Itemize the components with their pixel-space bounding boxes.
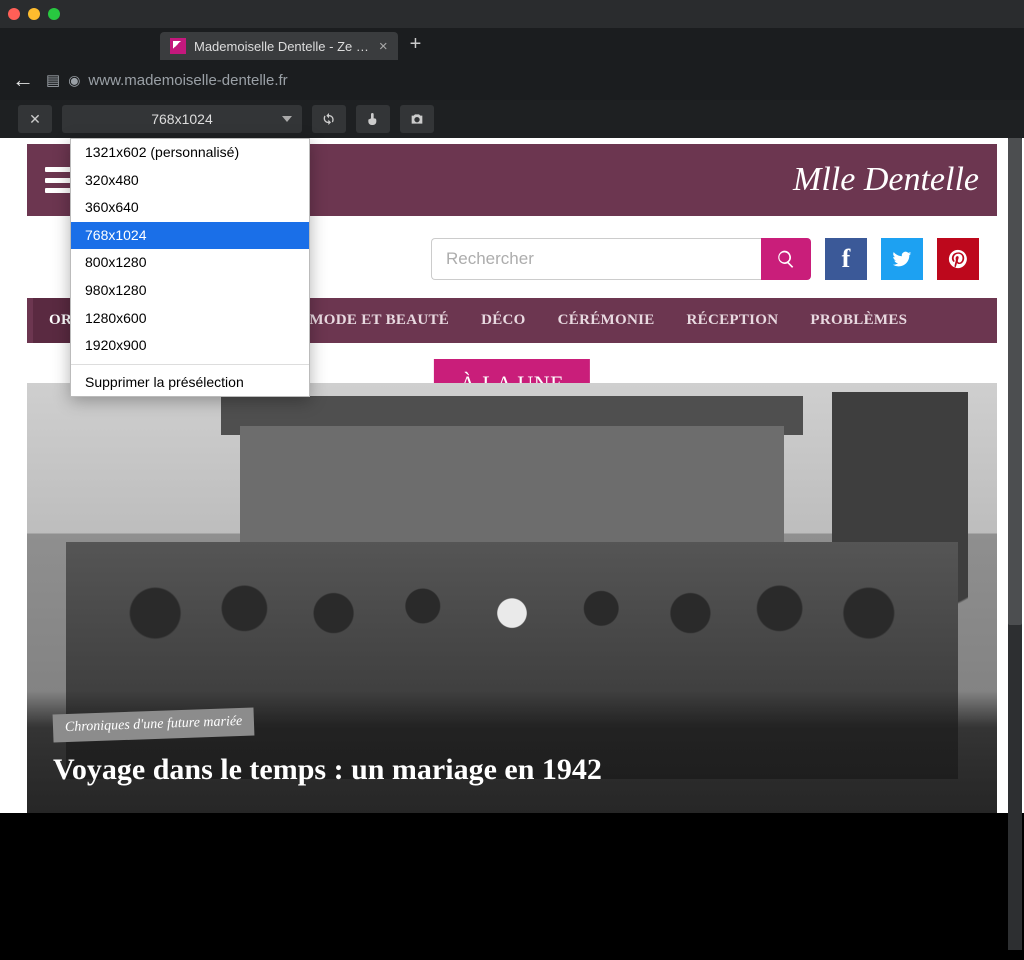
dropdown-separator <box>71 364 309 365</box>
search-icon <box>776 249 796 269</box>
preset-option[interactable]: 980x1280 <box>71 277 309 305</box>
search-button[interactable] <box>761 238 811 280</box>
window-minimize-button[interactable] <box>28 8 40 20</box>
nav-item[interactable]: PROBLÈMES <box>794 298 923 343</box>
nav-item[interactable]: RÉCEPTION <box>671 298 795 343</box>
screenshot-button[interactable] <box>400 105 434 133</box>
preset-option[interactable]: 320x480 <box>71 167 309 195</box>
preset-remove-option[interactable]: Supprimer la présélection <box>71 369 309 397</box>
nav-item[interactable]: CÉRÉMONIE <box>542 298 671 343</box>
browser-tab[interactable]: Mademoiselle Dentelle - Ze … × <box>160 32 398 60</box>
featured-article[interactable]: À LA UNE Chroniques d'une future mariée … <box>27 383 997 813</box>
preset-option[interactable]: 1280x600 <box>71 305 309 333</box>
address-bar[interactable]: ▤ ◉ www.mademoiselle-dentelle.fr <box>46 71 288 89</box>
twitter-link[interactable] <box>881 238 923 280</box>
tab-close-icon[interactable]: × <box>379 38 388 55</box>
pinterest-link[interactable] <box>937 238 979 280</box>
responsive-design-toolbar: ✕ 768x1024 1321x602 (personnalisé) 320x4… <box>0 100 1024 138</box>
rotate-button[interactable] <box>312 105 346 133</box>
preset-option-selected[interactable]: 768x1024 <box>71 222 309 250</box>
preset-selected-label: 768x1024 <box>151 111 213 127</box>
back-button[interactable]: ← <box>12 67 34 93</box>
chevron-down-icon <box>282 116 292 122</box>
twitter-icon <box>891 248 913 270</box>
featured-headline: Voyage dans le temps : un mariage en 194… <box>53 753 971 787</box>
facebook-link[interactable]: f <box>825 238 867 280</box>
scrollbar-thumb[interactable] <box>1008 138 1022 625</box>
window-titlebar <box>0 0 1024 28</box>
pinterest-icon <box>947 248 969 270</box>
featured-image: Chroniques d'une future mariée Voyage da… <box>27 383 997 813</box>
preset-option[interactable]: 1920x900 <box>71 332 309 360</box>
tab-favicon <box>170 38 186 54</box>
viewport-preset-select[interactable]: 768x1024 <box>62 105 302 133</box>
new-tab-button[interactable]: + <box>398 33 434 60</box>
preset-option[interactable]: 800x1280 <box>71 249 309 277</box>
preset-option[interactable]: 360x640 <box>71 194 309 222</box>
featured-category-tag[interactable]: Chroniques d'une future mariée <box>53 707 255 742</box>
window-zoom-button[interactable] <box>48 8 60 20</box>
touch-events-button[interactable] <box>356 105 390 133</box>
window-close-button[interactable] <box>8 8 20 20</box>
tab-title: Mademoiselle Dentelle - Ze … <box>194 39 369 54</box>
preset-option[interactable]: 1321x602 (personnalisé) <box>71 139 309 167</box>
site-identity-icon[interactable]: ◉ <box>68 72 80 89</box>
site-logo[interactable]: Mlle Dentelle <box>793 161 979 199</box>
close-responsive-button[interactable]: ✕ <box>18 105 52 133</box>
nav-item[interactable]: MODE ET BEAUTÉ <box>293 298 465 343</box>
preset-dropdown: 1321x602 (personnalisé) 320x480 360x640 … <box>70 138 310 397</box>
url-text: www.mademoiselle-dentelle.fr <box>88 72 287 89</box>
reader-mode-icon[interactable]: ▤ <box>46 71 60 89</box>
scrollbar[interactable] <box>1008 138 1022 950</box>
search-input[interactable] <box>431 238 761 280</box>
nav-item[interactable]: DÉCO <box>465 298 542 343</box>
